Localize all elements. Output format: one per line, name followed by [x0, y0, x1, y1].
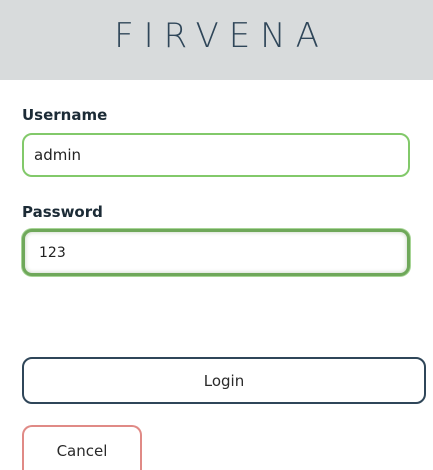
brand-logo: FIRVENA — [114, 16, 329, 56]
username-label: Username — [22, 106, 108, 124]
login-button[interactable]: Login — [22, 357, 426, 404]
password-label: Password — [22, 203, 103, 221]
login-page: FIRVENA Username admin Password 123 Logi… — [0, 0, 433, 470]
cancel-button[interactable]: Cancel — [22, 425, 142, 470]
login-button-label: Login — [203, 371, 245, 390]
password-input[interactable]: 123 — [22, 229, 410, 276]
header-bar: FIRVENA — [0, 0, 433, 80]
cancel-button-label: Cancel — [56, 441, 108, 460]
password-value: 123 — [39, 244, 66, 261]
username-value: admin — [34, 146, 81, 164]
username-input[interactable]: admin — [22, 133, 410, 177]
